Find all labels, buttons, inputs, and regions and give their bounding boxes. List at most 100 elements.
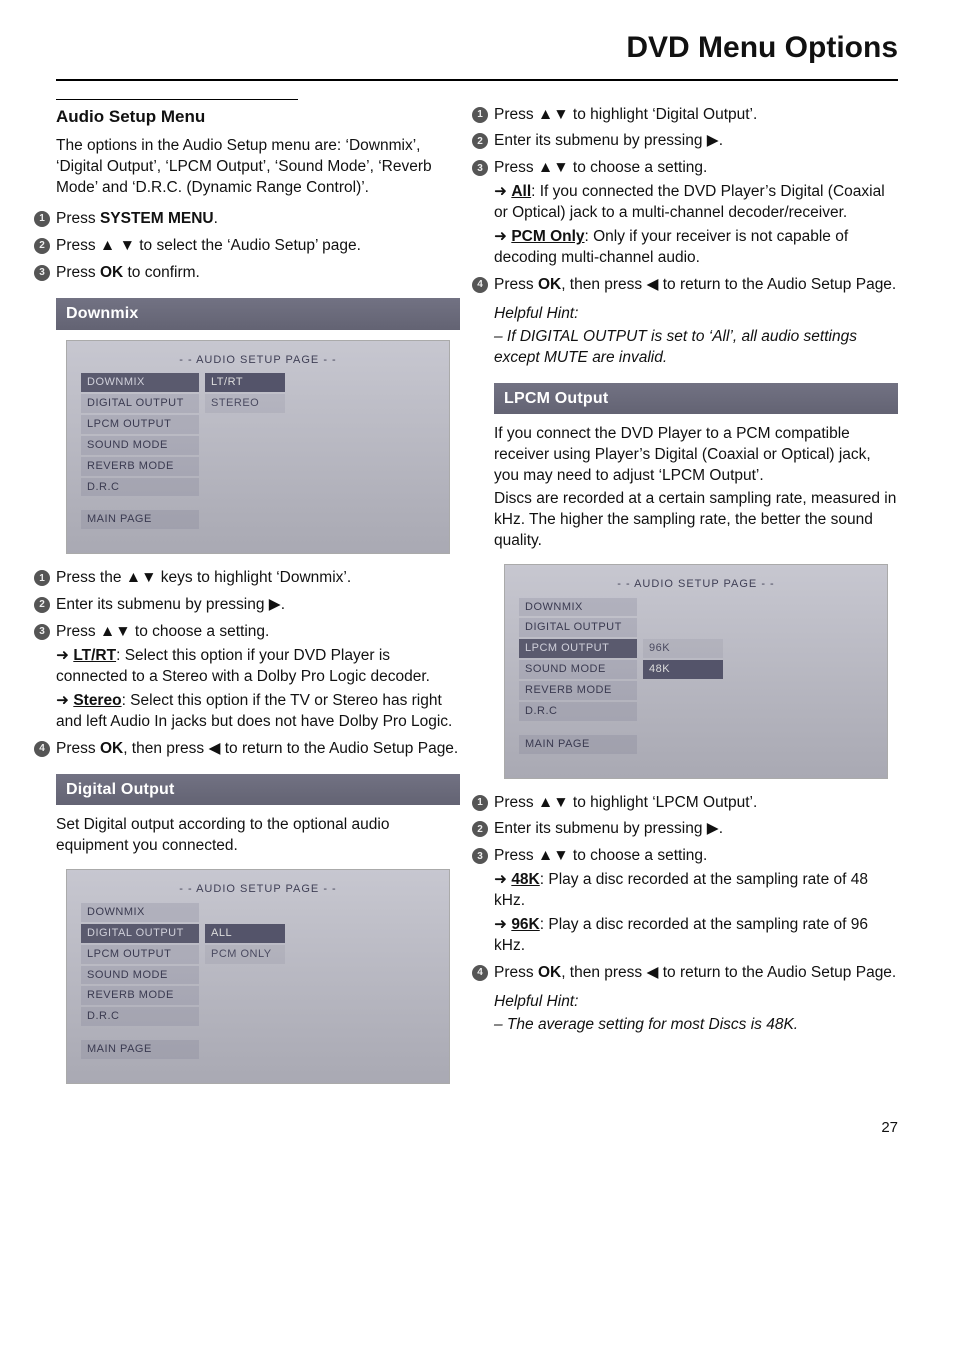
- d4-b: OK: [100, 740, 123, 757]
- page-title: DVD Menu Options: [626, 28, 898, 69]
- d3-text: Press ▲▼ to choose a setting.: [56, 623, 269, 640]
- osd1-opt-0: LT/RT: [205, 373, 285, 392]
- osd3-item-2: LPCM OUTPUT: [519, 639, 637, 658]
- bullet-3-icon: 3: [472, 160, 488, 176]
- arrow-icon: ➜: [56, 647, 69, 664]
- bullet-3-icon: 3: [472, 848, 488, 864]
- l3-opt1-label: 48K: [511, 871, 539, 888]
- osd-lpcm: - - AUDIO SETUP PAGE - - DOWNMIX DIGITAL…: [504, 564, 888, 779]
- arrow-icon: ➜: [494, 871, 507, 888]
- l3-opt2-label: 96K: [511, 916, 539, 933]
- bullet-1-icon: 1: [34, 211, 50, 227]
- arrow-icon: ➜: [494, 228, 507, 245]
- osd1-item-1: DIGITAL OUTPUT: [81, 394, 199, 413]
- step-3: 3 Press OK to confirm.: [34, 263, 460, 284]
- l-step-3: 3 Press ▲▼ to choose a setting. ➜ 48K: P…: [472, 846, 898, 957]
- g3-opt1-text: : If you connected the DVD Player’s Digi…: [494, 183, 885, 221]
- digital-intro: Set Digital output according to the opti…: [56, 815, 460, 857]
- l4-a: Press: [494, 964, 538, 981]
- bullet-3-icon: 3: [34, 265, 50, 281]
- subheader-downmix: Downmix: [56, 298, 460, 330]
- osd3-opt-1: 48K: [643, 660, 723, 679]
- osd1-item-4: REVERB MODE: [81, 457, 199, 476]
- step1-a: Press: [56, 210, 100, 227]
- osd3-item-1: DIGITAL OUTPUT: [519, 618, 637, 637]
- bullet-2-icon: 2: [34, 597, 50, 613]
- osd2-opt-0: ALL: [205, 924, 285, 943]
- osd3-title: - - AUDIO SETUP PAGE - -: [519, 577, 873, 592]
- osd-digital: - - AUDIO SETUP PAGE - - DOWNMIX DIGITAL…: [66, 869, 450, 1084]
- subheader-digital-output: Digital Output: [56, 774, 460, 806]
- osd2-title: - - AUDIO SETUP PAGE - -: [81, 882, 435, 897]
- hint2-head: Helpful Hint:: [494, 992, 898, 1013]
- osd3-item-3: SOUND MODE: [519, 660, 637, 679]
- section-rule: [56, 99, 298, 100]
- g2-text: Enter its submenu by pressing ▶.: [494, 131, 898, 152]
- osd1-opt-1: STEREO: [205, 394, 285, 413]
- osd2-mainpage: MAIN PAGE: [81, 1040, 199, 1059]
- page-number: 27: [56, 1118, 898, 1138]
- step-2: 2 Press ▲ ▼ to select the ‘Audio Setup’ …: [34, 236, 460, 257]
- osd3-opt-0: 96K: [643, 639, 723, 658]
- step-1: 1 Press SYSTEM MENU.: [34, 209, 460, 230]
- step2-text: Press ▲ ▼ to select the ‘Audio Setup’ pa…: [56, 236, 460, 257]
- osd1-item-2: LPCM OUTPUT: [81, 415, 199, 434]
- step3-a: Press: [56, 264, 100, 281]
- l-step-2: 2 Enter its submenu by pressing ▶.: [472, 819, 898, 840]
- step3-c: to confirm.: [123, 264, 200, 281]
- step3-b: OK: [100, 264, 123, 281]
- hint2-body: – The average setting for most Discs is …: [494, 1015, 898, 1036]
- osd3-item-0: DOWNMIX: [519, 598, 637, 617]
- bullet-4-icon: 4: [472, 965, 488, 981]
- bullet-1-icon: 1: [472, 795, 488, 811]
- d-step-2: 2 Enter its submenu by pressing ▶.: [34, 595, 460, 616]
- l4-c: , then press ◀ to return to the Audio Se…: [561, 964, 896, 981]
- osd1-title: - - AUDIO SETUP PAGE - -: [81, 353, 435, 368]
- osd1-item-3: SOUND MODE: [81, 436, 199, 455]
- lpcm-p1: If you connect the DVD Player to a PCM c…: [494, 424, 898, 487]
- osd3-item-4: REVERB MODE: [519, 681, 637, 700]
- title-rule: [56, 79, 898, 81]
- l3-opt1-text: : Play a disc recorded at the sampling r…: [494, 871, 868, 909]
- bullet-2-icon: 2: [34, 238, 50, 254]
- osd2-item-5: D.R.C: [81, 1007, 199, 1026]
- bullet-3-icon: 3: [34, 624, 50, 640]
- d4-a: Press: [56, 740, 100, 757]
- intro-text: The options in the Audio Setup menu are:…: [56, 136, 460, 199]
- bullet-2-icon: 2: [472, 133, 488, 149]
- subheader-lpcm: LPCM Output: [494, 383, 898, 415]
- osd1-item-5: D.R.C: [81, 478, 199, 497]
- g-step-2: 2 Enter its submenu by pressing ▶.: [472, 131, 898, 152]
- lpcm-p2: Discs are recorded at a certain sampling…: [494, 489, 898, 552]
- d3-opt2-label: Stereo: [73, 692, 121, 709]
- l3-opt2-text: : Play a disc recorded at the sampling r…: [494, 916, 868, 954]
- g-step-3: 3 Press ▲▼ to choose a setting. ➜ All: I…: [472, 158, 898, 269]
- osd-downmix: - - AUDIO SETUP PAGE - - DOWNMIX LT/RT DI…: [66, 340, 450, 555]
- osd3-item-5: D.R.C: [519, 702, 637, 721]
- g4-a: Press: [494, 276, 538, 293]
- bullet-2-icon: 2: [472, 821, 488, 837]
- osd1-item-0: DOWNMIX: [81, 373, 199, 392]
- g3-opt1-label: All: [511, 183, 531, 200]
- right-column: 1 Press ▲▼ to highlight ‘Digital Output’…: [494, 99, 898, 1098]
- osd2-item-1: DIGITAL OUTPUT: [81, 924, 199, 943]
- osd3-mainpage: MAIN PAGE: [519, 735, 637, 754]
- d-step-1: 1 Press the ▲▼ keys to highlight ‘Downmi…: [34, 568, 460, 589]
- osd2-opt-1: PCM ONLY: [205, 945, 285, 964]
- d2-text: Enter its submenu by pressing ▶.: [56, 595, 460, 616]
- left-column: Audio Setup Menu The options in the Audi…: [56, 99, 460, 1098]
- g-step-1: 1 Press ▲▼ to highlight ‘Digital Output’…: [472, 105, 898, 126]
- d-step-4: 4 Press OK, then press ◀ to return to th…: [34, 739, 460, 760]
- d4-c: , then press ◀ to return to the Audio Se…: [123, 740, 458, 757]
- g4-c: , then press ◀ to return to the Audio Se…: [561, 276, 896, 293]
- bullet-4-icon: 4: [34, 741, 50, 757]
- g1-text: Press ▲▼ to highlight ‘Digital Output’.: [494, 105, 898, 126]
- d-step-3: 3 Press ▲▼ to choose a setting. ➜ LT/RT:…: [34, 622, 460, 733]
- bullet-1-icon: 1: [472, 107, 488, 123]
- g-step-4: 4 Press OK, then press ◀ to return to th…: [472, 275, 898, 296]
- d1-text: Press the ▲▼ keys to highlight ‘Downmix’…: [56, 568, 460, 589]
- bullet-1-icon: 1: [34, 570, 50, 586]
- step1-c: .: [214, 210, 218, 227]
- d3-opt1-label: LT/RT: [73, 647, 116, 664]
- osd2-item-4: REVERB MODE: [81, 986, 199, 1005]
